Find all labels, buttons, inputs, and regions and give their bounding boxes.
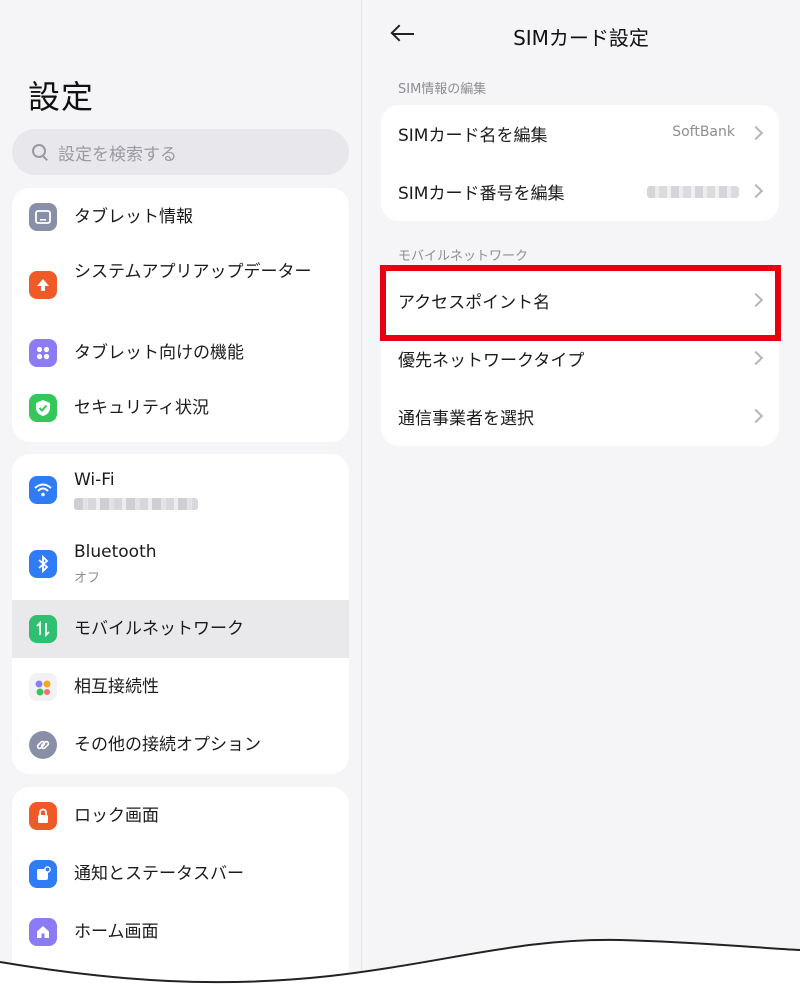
grid-icon — [29, 339, 57, 367]
sidebar-item-label: 相互接続性 — [74, 677, 159, 697]
chevron-right-icon — [748, 408, 764, 424]
sidebar-item-label: セキュリティ状況 — [74, 398, 209, 418]
search-icon — [32, 144, 48, 160]
edit-sim-number-row[interactable]: SIMカード番号を編集 — [381, 163, 779, 221]
highlight-box — [380, 265, 781, 341]
sidebar-item-label: Bluetooth — [74, 542, 157, 562]
notification-icon — [29, 860, 57, 888]
sidebar-item-label: モバイルネットワーク — [74, 619, 244, 639]
section-header-sim-info: SIM情報の編集 — [398, 82, 487, 97]
shield-check-icon — [29, 394, 57, 422]
settings-group-connectivity: Wi-Fi Bluetooth オフ モバイルネットワーク 相互接続性 その他の… — [12, 454, 349, 774]
chevron-right-icon — [748, 350, 764, 366]
chevron-right-icon — [748, 125, 764, 141]
sidebar-item-security[interactable]: セキュリティ状況 — [12, 382, 349, 440]
row-label: SIMカード番号を編集 — [398, 184, 565, 204]
sidebar-item-label: タブレット向けの機能 — [74, 343, 244, 363]
sidebar-item-label: 通知とステータスバー — [74, 864, 244, 884]
sidebar-item-label: Wi-Fi — [74, 470, 115, 490]
sidebar-item-lock-screen[interactable]: ロック画面 — [12, 787, 349, 845]
select-carrier-row[interactable]: 通信事業者を選択 — [381, 388, 779, 446]
sidebar-item-more-connections[interactable]: その他の接続オプション — [12, 716, 349, 774]
bluetooth-status: オフ — [74, 571, 101, 586]
section-header-mobile-network: モバイルネットワーク — [398, 249, 529, 264]
row-label: 通信事業者を選択 — [398, 409, 534, 429]
search-input[interactable]: 設定を検索する — [12, 129, 349, 175]
edit-sim-name-row[interactable]: SIMカード名を編集 SoftBank — [381, 105, 779, 163]
sidebar-item-label: ロック画面 — [74, 806, 159, 826]
page-title: 設定 — [28, 78, 95, 116]
tablet-icon — [29, 203, 57, 231]
wifi-network-name-redacted — [74, 498, 198, 510]
sidebar-item-tablet-info[interactable]: タブレット情報 — [12, 188, 349, 246]
sidebar-item-mobile-network[interactable]: モバイルネットワーク — [12, 600, 349, 658]
sidebar-item-system-updater[interactable]: システムアプリアップデーター — [12, 246, 349, 324]
chevron-right-icon — [748, 183, 764, 199]
dots-icon — [29, 673, 57, 701]
mobile-data-icon — [29, 615, 57, 643]
row-label: SIMカード名を編集 — [398, 126, 548, 146]
sim-settings-pane: SIMカード設定 SIM情報の編集 SIMカード名を編集 SoftBank SI… — [362, 0, 800, 1000]
row-label: 優先ネットワークタイプ — [398, 351, 585, 371]
sidebar-item-label: タブレット情報 — [74, 207, 193, 227]
sim-number-redacted — [647, 186, 739, 198]
wifi-icon — [29, 476, 57, 504]
sidebar-item-wifi[interactable]: Wi-Fi — [12, 454, 349, 526]
sidebar-item-interconnectivity[interactable]: 相互接続性 — [12, 658, 349, 716]
sidebar-item-label: その他の接続オプション — [74, 735, 261, 755]
sidebar-item-label: システムアプリアップデーター — [74, 262, 312, 282]
sim-name-value: SoftBank — [672, 124, 735, 140]
settings-pane: 設定 設定を検索する タブレット情報 システムアプリアップデーター タブレット向… — [0, 0, 361, 1000]
sidebar-item-bluetooth[interactable]: Bluetooth オフ — [12, 526, 349, 600]
wavy-bottom-edge — [0, 938, 800, 1000]
lock-icon — [29, 802, 57, 830]
sidebar-item-tablet-features[interactable]: タブレット向けの機能 — [12, 324, 349, 382]
link-icon — [29, 731, 57, 759]
bluetooth-icon — [29, 550, 57, 578]
page-title: SIMカード設定 — [513, 26, 649, 50]
arrow-up-icon — [29, 271, 57, 299]
search-placeholder: 設定を検索する — [58, 144, 177, 165]
sim-info-card: SIMカード名を編集 SoftBank SIMカード番号を編集 — [381, 105, 779, 221]
sidebar-item-notifications[interactable]: 通知とステータスバー — [12, 845, 349, 903]
settings-group-device: タブレット情報 システムアプリアップデーター タブレット向けの機能 セキュリティ… — [12, 188, 349, 442]
